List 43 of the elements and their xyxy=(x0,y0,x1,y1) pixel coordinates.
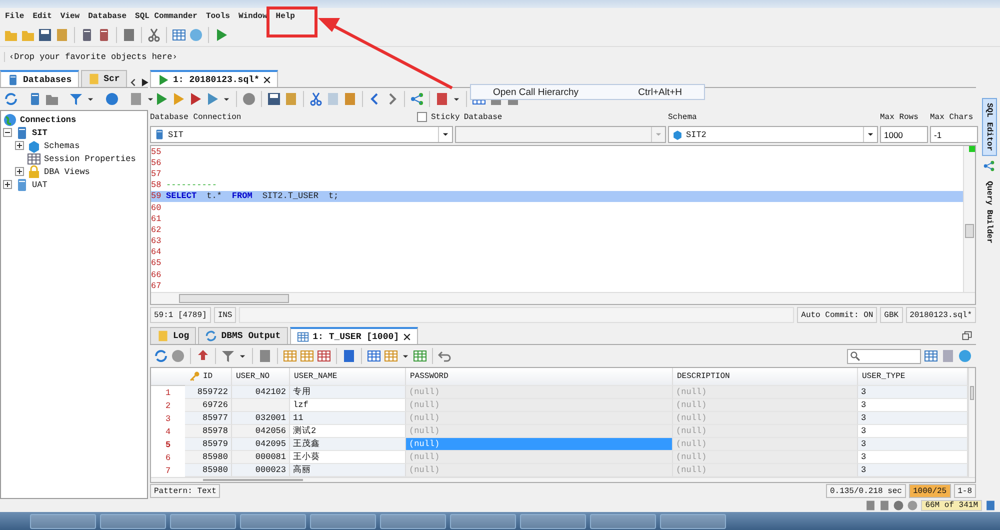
line-number: 64 xyxy=(151,247,162,258)
code-token: SIT2.T_USER xyxy=(262,191,318,202)
insert-mode: INS xyxy=(214,307,236,323)
code-token: ---------- xyxy=(166,180,218,190)
tooltip-label: Open Call Hierarchy xyxy=(493,86,579,98)
auto-commit-status: Auto Commit: ON xyxy=(797,307,878,323)
line-number: 60 xyxy=(151,202,162,213)
column-title: DESCRIPTION xyxy=(677,372,730,380)
line-number: 62 xyxy=(151,224,162,235)
line-number: 67 xyxy=(151,280,162,291)
line-number: 58 xyxy=(151,180,162,190)
code-token: t.* xyxy=(206,191,222,202)
code-token: FROM xyxy=(232,191,252,202)
line-number: 65 xyxy=(151,258,162,268)
line-number: 61 xyxy=(151,214,162,224)
tooltip-shortcut: Ctrl+Alt+H xyxy=(638,86,682,98)
memory-usage: 66M of 341M xyxy=(921,500,982,511)
line-number: 66 xyxy=(151,270,162,280)
field-label: Database xyxy=(464,112,502,122)
column-title: USER_TYPE xyxy=(862,372,906,380)
code-token: SELECT xyxy=(166,191,197,202)
row-range: 1-8 xyxy=(954,484,976,498)
line-number: 59 xyxy=(151,191,162,202)
column-title: USER_NAME xyxy=(294,372,338,380)
encoding: GBK xyxy=(880,307,903,323)
pattern-label: Pattern: Text xyxy=(150,484,220,498)
line-number: 55 xyxy=(151,146,162,157)
checkbox-label: Sticky xyxy=(431,112,460,122)
line-number: 57 xyxy=(151,168,162,179)
file-name: 20180123.sql* xyxy=(906,307,976,323)
column-title: PASSWORD xyxy=(410,372,448,380)
column-title: ID xyxy=(203,372,213,380)
line-number: 56 xyxy=(151,158,162,168)
field-label: Max Chars xyxy=(930,112,974,122)
field-label: Max Rows xyxy=(880,112,918,122)
field-label: Schema xyxy=(668,112,697,122)
code-token: t; xyxy=(328,191,339,202)
line-number: 63 xyxy=(151,236,162,246)
column-title: USER_NO xyxy=(236,372,270,380)
timing: 0.135/0.218 sec xyxy=(826,484,906,498)
field-label: Database Connection xyxy=(150,112,242,122)
row-count: 1000/25 xyxy=(908,484,951,498)
cursor-position: 59:1 [4789] xyxy=(150,307,211,323)
